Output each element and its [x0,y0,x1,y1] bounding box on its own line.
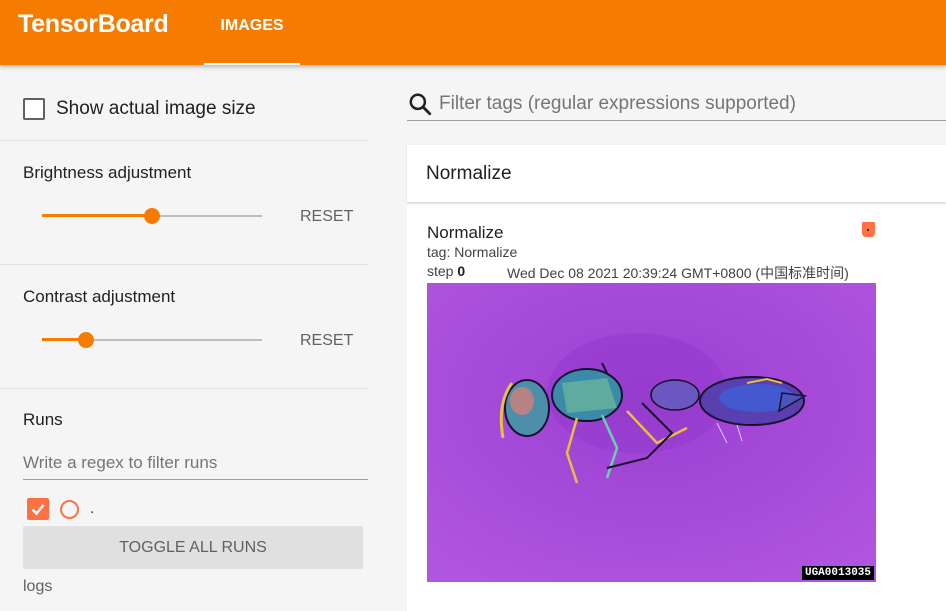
tab-images[interactable]: IMAGES [204,0,300,65]
sidebar: Show actual image size Brightness adjust… [0,65,368,611]
logs-directory-label: logs [23,578,53,595]
slider-thumb[interactable] [144,208,160,224]
contrast-title: Contrast adjustment [23,287,176,306]
run-color-indicator[interactable] [862,222,875,237]
card-step: step 0 [427,263,465,279]
app-title: TensorBoard [18,10,169,38]
contrast-reset-button[interactable]: RESET [300,332,353,350]
divider [0,140,368,141]
run-row: . [27,498,94,520]
slider-thumb[interactable] [78,332,94,348]
toggle-all-runs-button[interactable]: TOGGLE ALL RUNS [23,526,363,569]
check-icon [31,504,45,516]
brightness-title: Brightness adjustment [23,163,192,182]
tag-filter-input[interactable] [439,89,946,119]
card-timestamp: Wed Dec 08 2021 20:39:24 GMT+0800 (中国标准时… [507,265,849,281]
search-icon [409,93,432,116]
show-actual-size-checkbox[interactable]: Show actual image size [23,98,256,120]
card-tag: tag: Normalize [427,244,518,260]
show-actual-size-label: Show actual image size [56,98,256,119]
runs-title: Runs [23,410,63,429]
run-name: . [90,500,95,517]
brightness-slider[interactable] [42,206,262,226]
tab-images-label: IMAGES [220,16,284,34]
image-thumbnail[interactable]: UGA0013035 [427,283,876,582]
contrast-slider[interactable] [42,330,262,350]
divider [0,264,368,265]
checkbox-box[interactable] [23,98,45,120]
step-label: step [427,263,454,279]
divider [0,388,368,389]
slider-fill [42,214,152,217]
step-value: 0 [457,263,466,279]
run-checkbox[interactable] [27,498,49,520]
runs-filter-input[interactable] [23,448,368,478]
category-header[interactable]: Normalize [407,145,946,202]
ant-image [427,283,876,582]
runs-filter [23,448,368,480]
active-tab-indicator [204,63,300,65]
brightness-reset-button[interactable]: RESET [300,208,353,226]
image-watermark: UGA0013035 [801,566,874,580]
image-card: Normalize tag: Normalize step 0 Wed Dec … [407,205,946,611]
tag-filter [407,88,946,121]
card-title: Normalize [427,223,504,242]
run-color-radio[interactable] [60,499,79,519]
top-app-bar: TensorBoard IMAGES [0,0,946,65]
